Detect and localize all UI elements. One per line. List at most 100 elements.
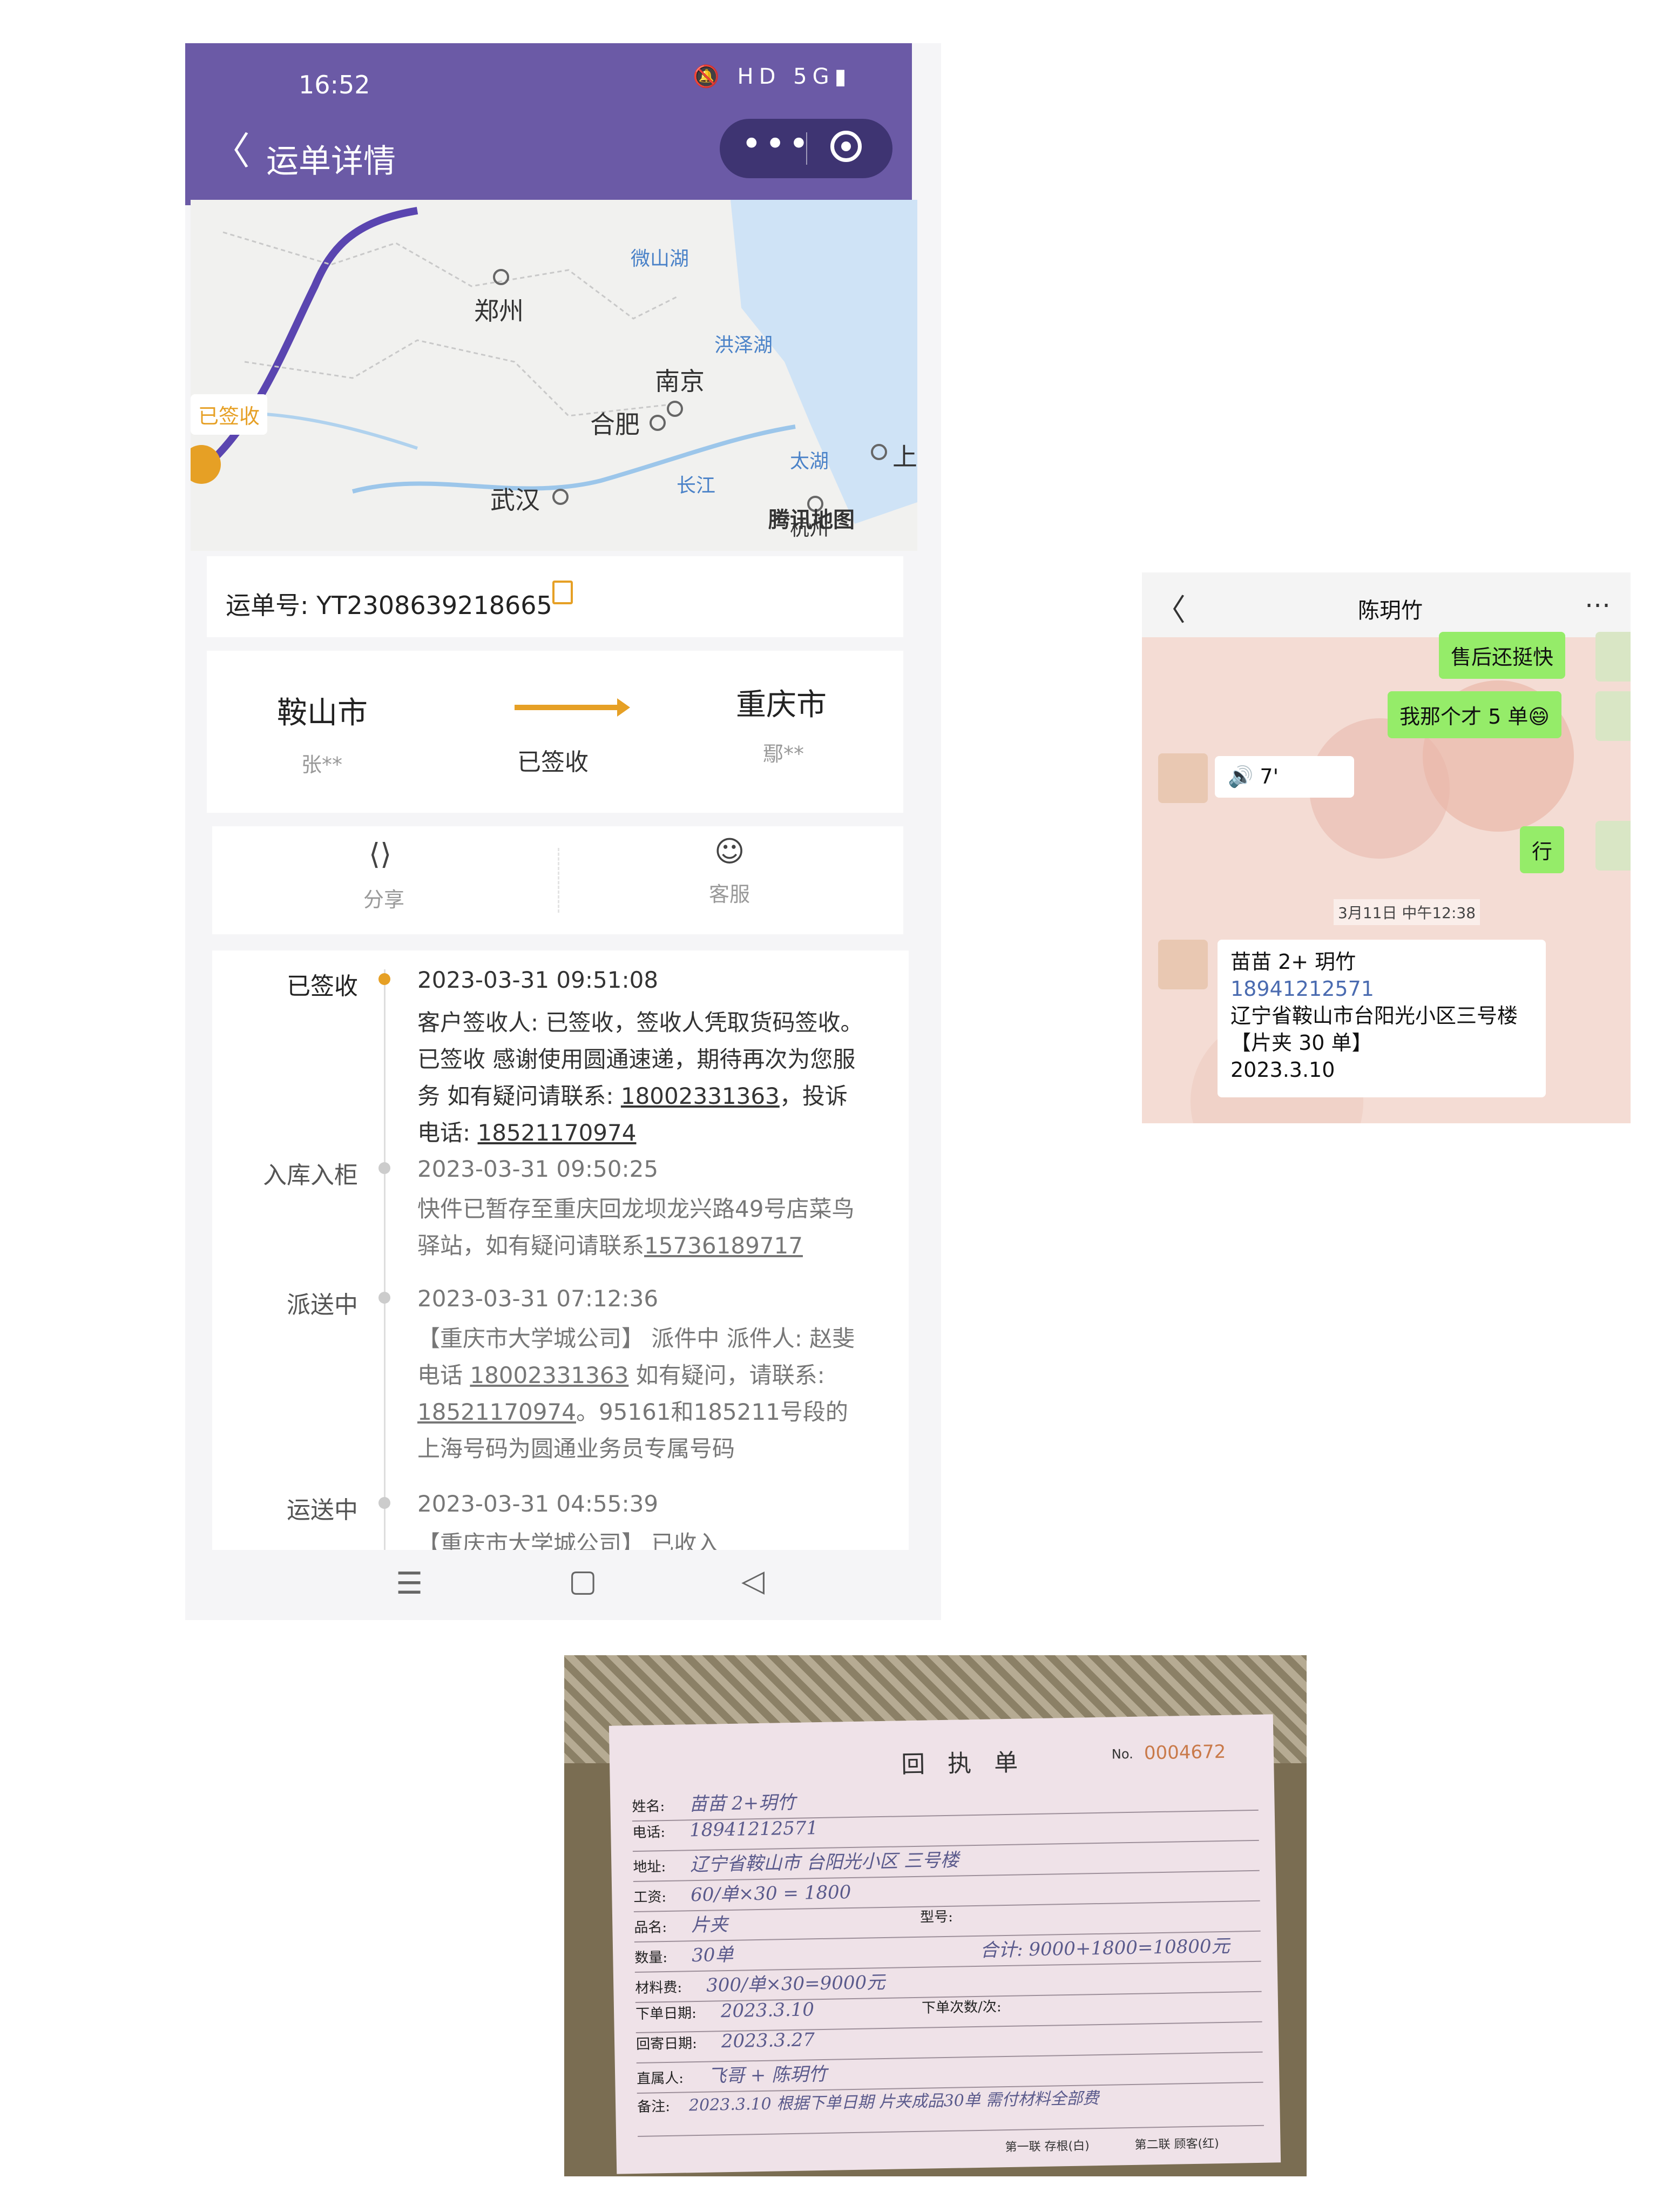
timeline-time: 2023-03-31 09:50:25 — [417, 1156, 659, 1182]
phone-link[interactable]: 15736189717 — [644, 1232, 803, 1259]
customer-service-button[interactable]: 客服 — [709, 878, 750, 907]
receipt-value: 飞哥 + 陈玥竹 — [707, 2063, 827, 2087]
to-person: 鄢** — [763, 742, 804, 766]
receipt-field: 地址: — [633, 1859, 666, 1876]
page-title: 运单详情 — [266, 143, 396, 180]
avatar[interactable] — [1595, 821, 1631, 871]
chat-more-icon[interactable]: … — [1585, 583, 1611, 613]
route-card: 鞍山市 张** 已签收 重庆市 鄢** — [207, 651, 903, 813]
chat-screenshot: 〈 陈玥竹 … 售后还挺快 我那个才 5 单😄 🔊 7' 行 3月11日 中午1… — [1142, 572, 1631, 1123]
receipt-field: 品名: — [634, 1919, 667, 1937]
address-phone-link[interactable]: 18941212571 — [1230, 975, 1533, 1002]
timeline-text-part: 如有疑问，请联系: — [628, 1362, 825, 1388]
avatar[interactable] — [1158, 940, 1208, 989]
receipt-total: 合计: 9000+1800=10800元 — [979, 1935, 1230, 1961]
map-pin — [493, 269, 509, 285]
menu-key[interactable]: ☰ — [396, 1566, 423, 1601]
timeline-status: 运送中 — [287, 1496, 358, 1524]
voice-message[interactable]: 🔊 7' — [1215, 756, 1354, 798]
timeline-text: 【重庆市大学城公司】 派件中 派件人: 赵斐 电话 18002331363 如有… — [417, 1320, 865, 1467]
more-icon[interactable]: ••• — [741, 124, 812, 164]
from-city: 鞍山市 — [277, 696, 368, 731]
timeline-status: 已签收 — [287, 973, 358, 1000]
route-arrow-icon — [515, 698, 630, 717]
receipt-value: 18941212571 — [689, 1817, 819, 1842]
avatar[interactable] — [1158, 753, 1208, 803]
route-map[interactable]: 郑州 南京 合肥 武汉 杭州 上 微山湖 洪泽湖 长江 太湖 已签收 腾讯地图 — [191, 200, 917, 551]
map-label-wuhan: 武汉 — [490, 485, 540, 515]
map-label-nanjing: 南京 — [655, 367, 705, 396]
address-text: 辽宁省鞍山市台阳光小区三号楼 — [1230, 1004, 1518, 1028]
home-key[interactable]: ▢ — [569, 1563, 597, 1599]
status-time: 16:52 — [299, 70, 370, 99]
top-bar: 16:52 🔕 HD 5G▮ 〈 运单详情 ••• — [185, 43, 912, 205]
customer-service-icon[interactable]: ☺ — [714, 834, 745, 868]
receipt-field: 直属人: — [637, 2070, 684, 2087]
receipt-field: 工资: — [633, 1889, 667, 1906]
share-button[interactable]: 分享 — [363, 883, 404, 913]
avatar[interactable] — [1595, 691, 1631, 741]
receipt-value: 300/单×30=9000元 — [706, 1971, 885, 1997]
destination-marker — [191, 445, 221, 484]
copy-icon[interactable] — [552, 581, 573, 604]
chat-header: 〈 陈玥竹 … — [1142, 572, 1631, 637]
receipt-value: 片夹 — [691, 1914, 728, 1937]
waybill-number: 运单号: YT2308639218665 — [226, 591, 552, 620]
receipt-footer: 第一联 存根(白) — [1005, 2139, 1090, 2155]
receipt-value: 苗苗 2+玥竹 — [688, 1791, 796, 1816]
status-icons: 🔕 HD 5G▮ — [693, 64, 852, 89]
receipt-value: 2023.3.10 根据下单日期 片夹成品30单 需付材料全部费 — [688, 2089, 1099, 2115]
receipt-footer: 第二联 顾客(红) — [1134, 2137, 1219, 2152]
action-bar: ⟨⟩ 分享 ☺ 客服 — [212, 826, 903, 934]
timeline-time: 2023-03-31 07:12:36 — [417, 1285, 659, 1312]
map-water-changjiang: 长江 — [677, 475, 716, 497]
order-text: 【片夹 30 单】 — [1230, 1031, 1372, 1055]
map-label-hefei: 合肥 — [590, 410, 640, 439]
route-status: 已签收 — [517, 748, 589, 776]
receipt-field: 材料费: — [635, 1979, 682, 1997]
miniprogram-capsule: ••• — [720, 119, 892, 178]
chat-contact-name: 陈玥竹 — [1358, 598, 1423, 623]
receipt-field: 姓名: — [632, 1798, 665, 1816]
receipt-value: 辽宁省鞍山市 台阳光小区 三号楼 — [689, 1849, 959, 1876]
receipt-photo: 回 执 单 No. 0004672 姓名: 苗苗 2+玥竹 电话: 189412… — [564, 1655, 1307, 2176]
map-water-weishanhu: 微山湖 — [631, 248, 689, 270]
map-label-shanghai: 上 — [892, 442, 917, 471]
phone-link[interactable]: 18002331363 — [470, 1362, 628, 1388]
receipt-title: 回 执 单 — [901, 1749, 1026, 1779]
river-line — [351, 424, 796, 494]
action-divider — [558, 848, 559, 913]
timeline-status: 派送中 — [287, 1291, 358, 1319]
receipt-number: 0004672 — [1144, 1741, 1226, 1764]
phone-link[interactable]: 18521170974 — [478, 1120, 637, 1146]
map-water-hongzehu: 洪泽湖 — [714, 334, 773, 356]
chat-back-button[interactable]: 〈 — [1155, 586, 1186, 630]
receipt-field: 下单日期: — [635, 2005, 697, 2023]
map-pin — [650, 415, 666, 431]
timeline-text: 客户签收人: 已签收，签收人凭取货码签收。 已签收 感谢使用圆通速递，期待再次为… — [417, 1004, 865, 1151]
back-key[interactable]: ◁ — [741, 1563, 765, 1599]
receipt-paper: 回 执 单 No. 0004672 姓名: 苗苗 2+玥竹 电话: 189412… — [608, 1714, 1281, 2174]
back-button[interactable]: 〈 — [212, 132, 250, 170]
waybill-number-card: 运单号: YT2308639218665 — [207, 556, 903, 637]
chat-timestamp: 3月11日 中午12:38 — [1334, 899, 1480, 925]
border-line — [222, 231, 677, 320]
timeline-time: 2023-03-31 04:55:39 — [417, 1491, 659, 1517]
avatar[interactable] — [1595, 632, 1631, 682]
receipt-field: 电话: — [632, 1824, 666, 1842]
sea-area — [731, 200, 917, 524]
map-status-badge: 已签收 — [191, 394, 268, 435]
timeline-text: 快件已暂存至重庆回龙坝龙兴路49号店菜鸟驿站，如有疑问请联系1573618971… — [417, 1191, 865, 1264]
close-miniprogram-icon[interactable] — [830, 131, 862, 162]
map-label-zhengzhou: 郑州 — [474, 296, 524, 326]
share-icon[interactable]: ⟨⟩ — [369, 837, 391, 871]
map-brand-logo: 腾讯地图 — [768, 508, 855, 532]
receipt-value: 2023.3.27 — [721, 2029, 815, 2053]
phone-link[interactable]: 18002331363 — [621, 1083, 780, 1109]
receipt-field: 备注: — [637, 2098, 671, 2115]
phone-link[interactable]: 18521170974 — [417, 1399, 576, 1425]
to-city: 重庆市 — [736, 687, 827, 723]
tracking-timeline: 已签收 2023-03-31 09:51:08 客户签收人: 已签收，签收人凭取… — [212, 950, 909, 1599]
timeline-dot — [378, 1497, 390, 1509]
timeline-status: 入库入柜 — [263, 1162, 358, 1189]
